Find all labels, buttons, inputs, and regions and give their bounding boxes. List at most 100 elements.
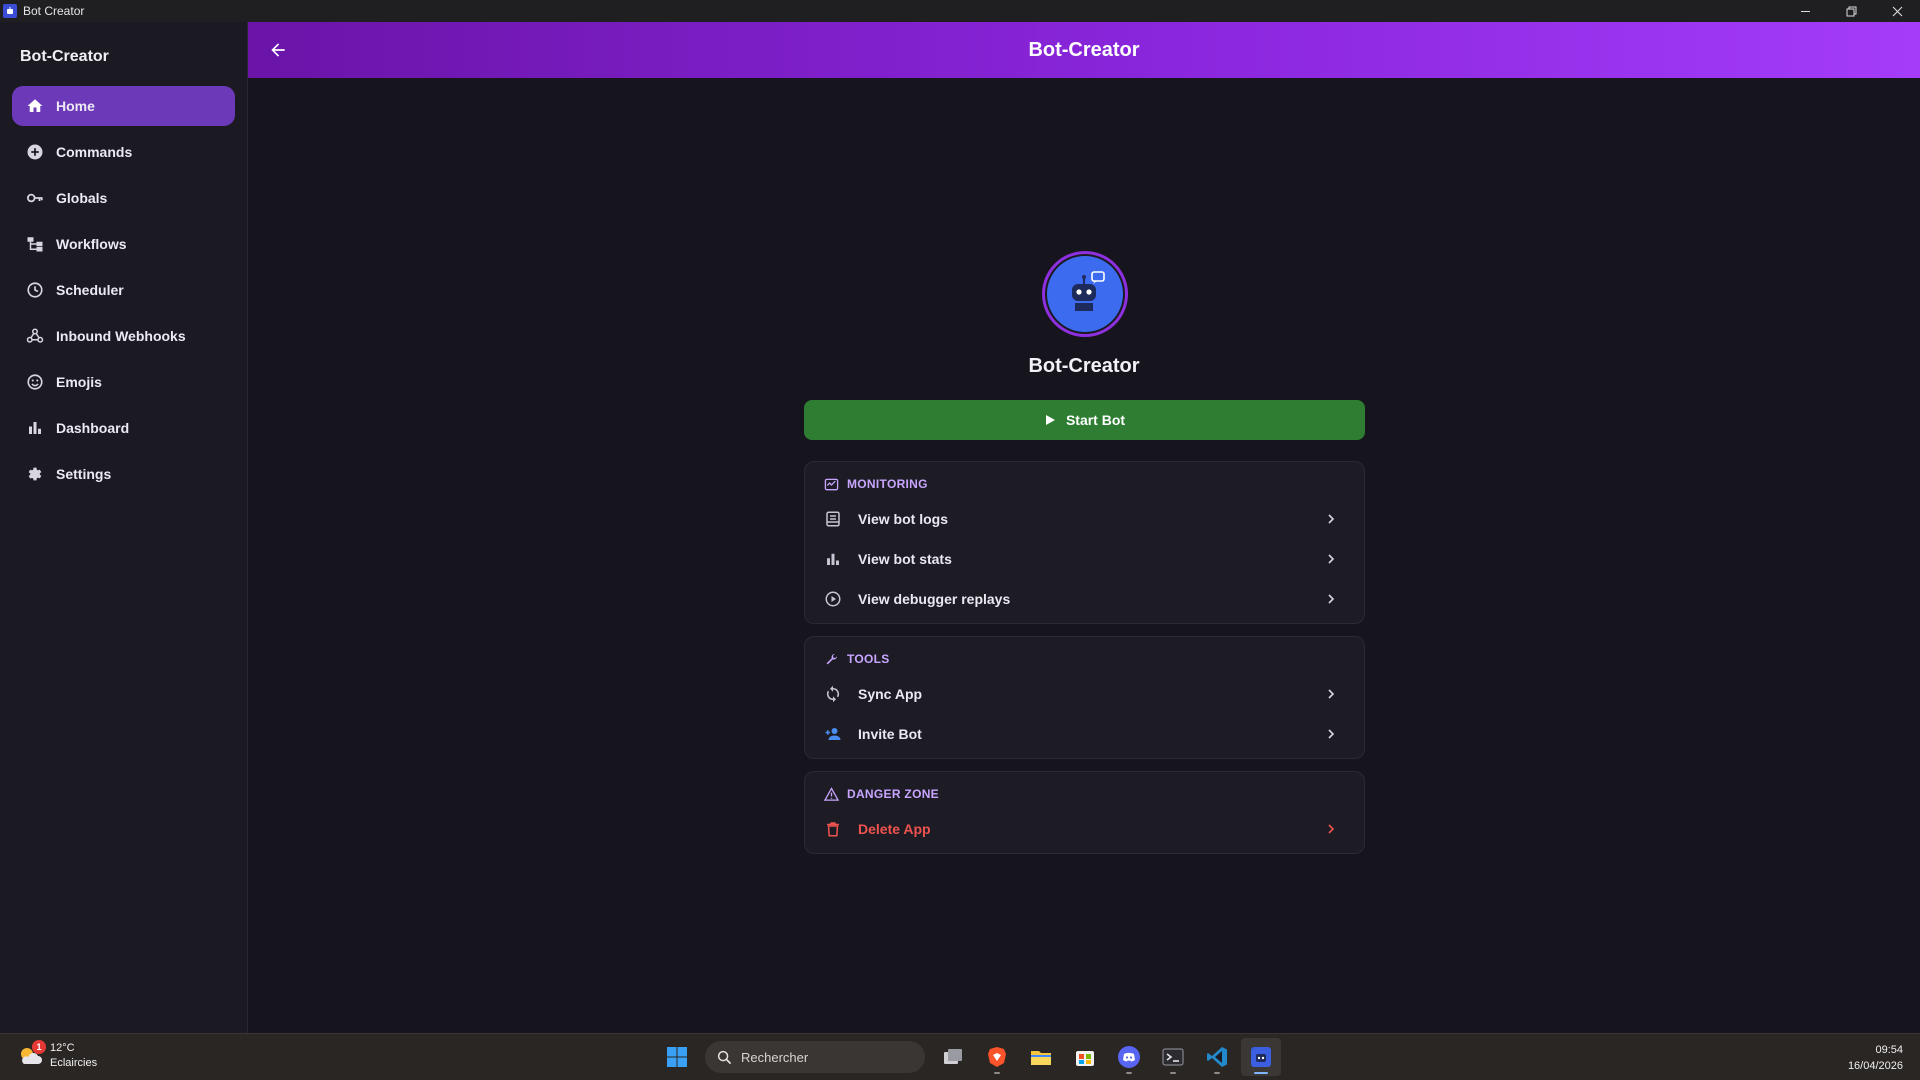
tools-title: TOOLS [847, 652, 890, 666]
sidebar-item-workflows[interactable]: Workflows [12, 224, 235, 264]
danger-zone-card: DANGER ZONE Delete App [804, 771, 1365, 854]
minimize-icon [1800, 10, 1810, 12]
sync-app-row[interactable]: Sync App [805, 674, 1364, 714]
page-title: Bot-Creator [1028, 39, 1140, 61]
logs-icon [823, 509, 843, 529]
view-bot-stats-row[interactable]: View bot stats [805, 539, 1364, 579]
row-label: Delete App [858, 821, 931, 837]
taskbar-app-terminal[interactable] [1153, 1038, 1193, 1076]
clock-time: 09:54 [1875, 1044, 1903, 1056]
chevron-right-icon [1324, 512, 1338, 526]
app-icon [3, 4, 17, 18]
sidebar-item-home[interactable]: Home [12, 86, 235, 126]
delete-app-row[interactable]: Delete App [805, 809, 1364, 849]
bot-name: Bot-Creator [1028, 355, 1140, 377]
taskbar-apps: Rechercher [655, 1038, 1283, 1076]
play-icon [1045, 415, 1055, 425]
invite-bot-row[interactable]: Invite Bot [805, 714, 1364, 754]
sidebar-item-emojis[interactable]: Emojis [12, 362, 235, 402]
sidebar-item-label: Home [56, 98, 95, 114]
task-view-icon [944, 1049, 962, 1064]
weather-temp: 12°C [50, 1042, 75, 1054]
bot-creator-app-icon [1251, 1047, 1271, 1067]
row-label: View debugger replays [858, 591, 1011, 607]
bot-avatar [1042, 251, 1128, 337]
sidebar-item-label: Workflows [56, 236, 127, 252]
row-label: Sync App [858, 686, 923, 702]
monitoring-title: MONITORING [847, 477, 928, 491]
chevron-right-icon [1324, 822, 1338, 836]
sidebar-item-label: Globals [56, 190, 108, 206]
sidebar-item-label: Inbound Webhooks [56, 328, 186, 344]
danger-zone-title: DANGER ZONE [847, 787, 939, 801]
sidebar-item-dashboard[interactable]: Dashboard [12, 408, 235, 448]
sidebar-item-label: Settings [56, 466, 112, 482]
sidebar-item-inbound-webhooks[interactable]: Inbound Webhooks [12, 316, 235, 356]
sidebar-item-label: Dashboard [56, 420, 130, 436]
sidebar: Bot-Creator Home Commands Globals Workfl… [0, 22, 248, 1033]
taskbar-app-bot-creator[interactable] [1241, 1038, 1281, 1076]
task-view-button[interactable] [933, 1038, 973, 1076]
system-clock[interactable]: 09:54 16/04/2026 [1848, 1042, 1903, 1074]
taskbar-app-store[interactable] [1065, 1038, 1105, 1076]
sidebar-nav: Home Commands Globals Workflows Schedule… [12, 86, 235, 500]
clock-date: 16/04/2026 [1847, 1060, 1903, 1072]
taskbar-search[interactable]: Rechercher [705, 1041, 925, 1073]
person-add-icon [823, 724, 843, 744]
wrench-icon [823, 651, 839, 667]
sidebar-item-scheduler[interactable]: Scheduler [12, 270, 235, 310]
view-bot-logs-row[interactable]: View bot logs [805, 499, 1364, 539]
restore-icon [1846, 6, 1856, 16]
monitoring-card: MONITORING View bot logs View bot stats … [804, 461, 1365, 624]
view-debugger-replays-row[interactable]: View debugger replays [805, 579, 1364, 619]
add-circle-icon [25, 142, 45, 162]
terminal-icon [1162, 1048, 1184, 1066]
sidebar-item-globals[interactable]: Globals [12, 178, 235, 218]
sidebar-item-label: Commands [56, 144, 133, 160]
webhook-icon [25, 326, 45, 346]
store-icon [1076, 1051, 1094, 1066]
weather-condition: Eclaircies [50, 1057, 98, 1069]
weather-icon: 1 [16, 1040, 46, 1070]
warning-icon [823, 786, 839, 802]
sidebar-item-settings[interactable]: Settings [12, 454, 235, 494]
sidebar-item-label: Scheduler [56, 282, 124, 298]
restore-button[interactable] [1828, 0, 1874, 22]
window-titlebar: Bot Creator [0, 0, 1920, 22]
bar-chart-icon [823, 549, 843, 569]
tools-card: TOOLS Sync App Invite Bot [804, 636, 1365, 759]
minimize-button[interactable] [1782, 0, 1828, 22]
weather-widget[interactable]: 1 12°C Eclaircies [16, 1040, 98, 1071]
taskbar-app-discord[interactable] [1109, 1038, 1149, 1076]
chevron-right-icon [1324, 727, 1338, 741]
close-window-button[interactable] [1874, 0, 1920, 22]
vscode-icon [1207, 1047, 1227, 1067]
taskbar: 1 12°C Eclaircies Rechercher 09:54 16/04… [0, 1033, 1920, 1080]
start-bot-label: Start Bot [1065, 412, 1126, 428]
workflow-icon [25, 234, 45, 254]
clock-icon [25, 280, 45, 300]
window-controls [1782, 0, 1920, 22]
sidebar-item-commands[interactable]: Commands [12, 132, 235, 172]
brave-browser-icon [988, 1047, 1006, 1067]
taskbar-app-file-explorer[interactable] [1021, 1038, 1061, 1076]
discord-icon [1118, 1046, 1140, 1068]
emoji-icon [25, 372, 45, 392]
trash-icon [823, 819, 843, 839]
windows-logo-icon [667, 1047, 687, 1067]
start-menu-button[interactable] [657, 1038, 697, 1076]
app-header: Bot-Creator [248, 22, 1920, 78]
sidebar-brand: Bot-Creator [20, 48, 109, 65]
folder-icon [1031, 1051, 1051, 1065]
start-bot-button[interactable]: Start Bot [804, 400, 1365, 440]
taskbar-app-vscode[interactable] [1197, 1038, 1237, 1076]
weather-badge: 1 [32, 1040, 46, 1054]
chevron-right-icon [1324, 592, 1338, 606]
gear-icon [25, 464, 45, 484]
taskbar-app-brave[interactable] [977, 1038, 1017, 1076]
row-label: Invite Bot [858, 726, 922, 742]
row-label: View bot logs [858, 511, 948, 527]
search-placeholder: Rechercher [741, 1049, 809, 1065]
row-label: View bot stats [858, 551, 952, 567]
monitoring-header: MONITORING [823, 476, 928, 492]
